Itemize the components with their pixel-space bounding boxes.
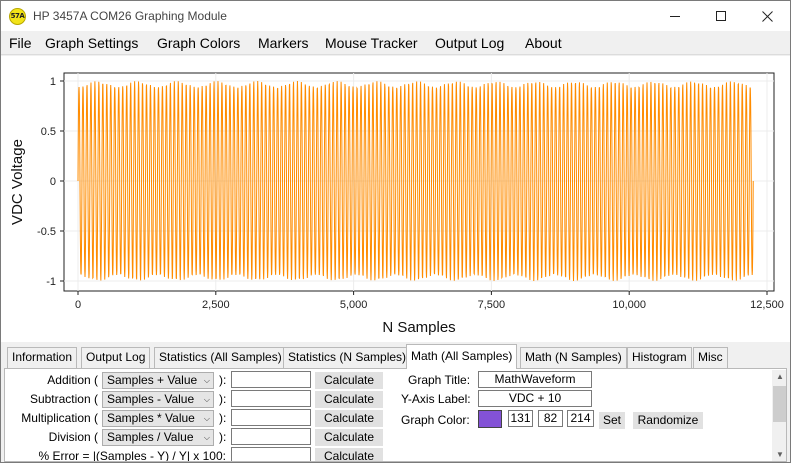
subtraction-calculate-button[interactable]: Calculate bbox=[315, 391, 383, 408]
scroll-down-icon[interactable]: ▼ bbox=[772, 448, 786, 461]
tab-math-n[interactable]: Math (N Samples) bbox=[520, 347, 627, 368]
tab-misc[interactable]: Misc bbox=[693, 347, 728, 368]
addition-calculate-button[interactable]: Calculate bbox=[315, 372, 383, 389]
set-color-button[interactable]: Set bbox=[599, 412, 625, 429]
multiplication-select-value: Samples * Value bbox=[107, 411, 195, 425]
tab-statistics-all[interactable]: Statistics (All Samples) bbox=[154, 347, 287, 368]
tab-statistics-n[interactable]: Statistics (N Samples) bbox=[283, 347, 412, 368]
waveform-chart[interactable]: 0 2,500 5,000 7,500 10,000 12,500 1 0.5 0 -0.5 -1 N… bbox=[1, 56, 790, 342]
scroll-thumb[interactable] bbox=[773, 386, 786, 422]
window-title: HP 3457A COM26 Graphing Module bbox=[33, 9, 227, 23]
randomize-color-button[interactable]: Randomize bbox=[633, 412, 703, 429]
subtraction-select-value: Samples - Value bbox=[107, 392, 195, 406]
maximize-button[interactable] bbox=[698, 1, 744, 31]
subtraction-input[interactable] bbox=[231, 390, 311, 407]
tab-math-all[interactable]: Math (All Samples) bbox=[406, 344, 518, 369]
division-close: ): bbox=[219, 430, 227, 444]
subtraction-close: ): bbox=[219, 392, 227, 406]
y-tick-label: 0.5 bbox=[41, 126, 56, 138]
subtraction-label: Subtraction ( bbox=[29, 392, 98, 406]
addition-close: ): bbox=[219, 373, 227, 387]
color-red-input[interactable]: 131 bbox=[508, 410, 533, 427]
menu-about[interactable]: About bbox=[525, 35, 562, 51]
graph-title-label: Graph Title: bbox=[408, 373, 471, 387]
scroll-up-icon[interactable]: ▲ bbox=[772, 370, 786, 384]
graph-color-swatch[interactable] bbox=[478, 410, 502, 428]
menu-markers[interactable]: Markers bbox=[258, 35, 309, 51]
multiplication-input[interactable] bbox=[231, 409, 311, 426]
division-label: Division ( bbox=[48, 430, 98, 444]
x-tick-label: 2,500 bbox=[202, 299, 230, 311]
y-tick-label: -0.5 bbox=[37, 226, 56, 238]
panel-scrollbar[interactable]: ▲ ▼ bbox=[772, 370, 786, 461]
subtraction-select[interactable]: Samples - Value ⌵ bbox=[102, 391, 214, 408]
y-axis-label-input[interactable]: VDC + 10 bbox=[478, 390, 592, 407]
y-tick-label: -1 bbox=[46, 276, 56, 288]
menu-mouse-tracker[interactable]: Mouse Tracker bbox=[325, 35, 418, 51]
addition-input[interactable] bbox=[231, 371, 311, 388]
app-window: 57A HP 3457A COM26 Graphing Module File … bbox=[0, 0, 791, 463]
division-select-value: Samples / Value bbox=[107, 430, 194, 444]
percent-error-calculate-button[interactable]: Calculate bbox=[315, 448, 383, 461]
menu-bar: File Graph Settings Graph Colors Markers… bbox=[1, 31, 790, 55]
maximize-icon bbox=[716, 11, 726, 21]
y-tick-label: 1 bbox=[50, 76, 56, 88]
graph-title-input[interactable]: MathWaveform bbox=[478, 371, 592, 388]
chevron-down-icon: ⌵ bbox=[203, 395, 210, 404]
graph-color-label: Graph Color: bbox=[401, 413, 470, 427]
tab-information[interactable]: Information bbox=[7, 347, 78, 368]
y-axis-label-label: Y-Axis Label: bbox=[401, 392, 471, 406]
x-tick-label: 12,500 bbox=[750, 299, 784, 311]
multiplication-close: ): bbox=[219, 411, 227, 425]
percent-error-input[interactable] bbox=[231, 447, 311, 461]
x-tick-label: 10,000 bbox=[612, 299, 646, 311]
color-blue-input[interactable]: 214 bbox=[567, 410, 594, 427]
addition-select-value: Samples + Value bbox=[107, 373, 198, 387]
menu-graph-settings[interactable]: Graph Settings bbox=[45, 35, 138, 51]
tab-output-log[interactable]: Output Log bbox=[81, 347, 151, 368]
multiplication-label: Multiplication ( bbox=[21, 411, 98, 425]
graph-area[interactable]: 0 2,500 5,000 7,500 10,000 12,500 1 0.5 0 -0.5 -1 N… bbox=[1, 56, 790, 342]
chevron-down-icon: ⌵ bbox=[203, 433, 210, 442]
multiplication-calculate-button[interactable]: Calculate bbox=[315, 410, 383, 427]
tab-strip: Information Output Log Statistics (All S… bbox=[1, 344, 790, 369]
tab-histogram[interactable]: Histogram bbox=[627, 347, 692, 368]
x-tick-label: 5,000 bbox=[340, 299, 368, 311]
minimize-icon bbox=[670, 15, 680, 17]
title-bar: 57A HP 3457A COM26 Graphing Module bbox=[1, 1, 790, 31]
minimize-button[interactable] bbox=[652, 1, 698, 31]
close-button[interactable] bbox=[744, 1, 790, 31]
addition-select[interactable]: Samples + Value ⌵ bbox=[102, 372, 214, 389]
math-panel: Addition ( Samples + Value ⌵ ): Calculate… bbox=[4, 368, 787, 462]
y-axis-title: VDC Voltage bbox=[9, 139, 26, 225]
division-calculate-button[interactable]: Calculate bbox=[315, 429, 383, 446]
chevron-down-icon: ⌵ bbox=[203, 414, 210, 423]
app-icon: 57A bbox=[9, 8, 26, 25]
addition-label: Addition ( bbox=[47, 373, 98, 387]
menu-graph-colors[interactable]: Graph Colors bbox=[157, 35, 240, 51]
close-icon bbox=[761, 10, 773, 22]
division-select[interactable]: Samples / Value ⌵ bbox=[102, 429, 214, 446]
multiplication-select[interactable]: Samples * Value ⌵ bbox=[102, 410, 214, 427]
percent-error-label: % Error = |(Samples - Y) / Y| x 100: bbox=[38, 449, 226, 462]
x-tick-label: 0 bbox=[75, 299, 81, 311]
y-tick-label: 0 bbox=[50, 176, 56, 188]
division-input[interactable] bbox=[231, 428, 311, 445]
x-axis-title: N Samples bbox=[382, 319, 455, 336]
color-green-input[interactable]: 82 bbox=[538, 410, 563, 427]
x-tick-label: 7,500 bbox=[478, 299, 506, 311]
menu-file[interactable]: File bbox=[9, 35, 32, 51]
menu-output-log[interactable]: Output Log bbox=[435, 35, 504, 51]
chevron-down-icon: ⌵ bbox=[203, 376, 210, 385]
